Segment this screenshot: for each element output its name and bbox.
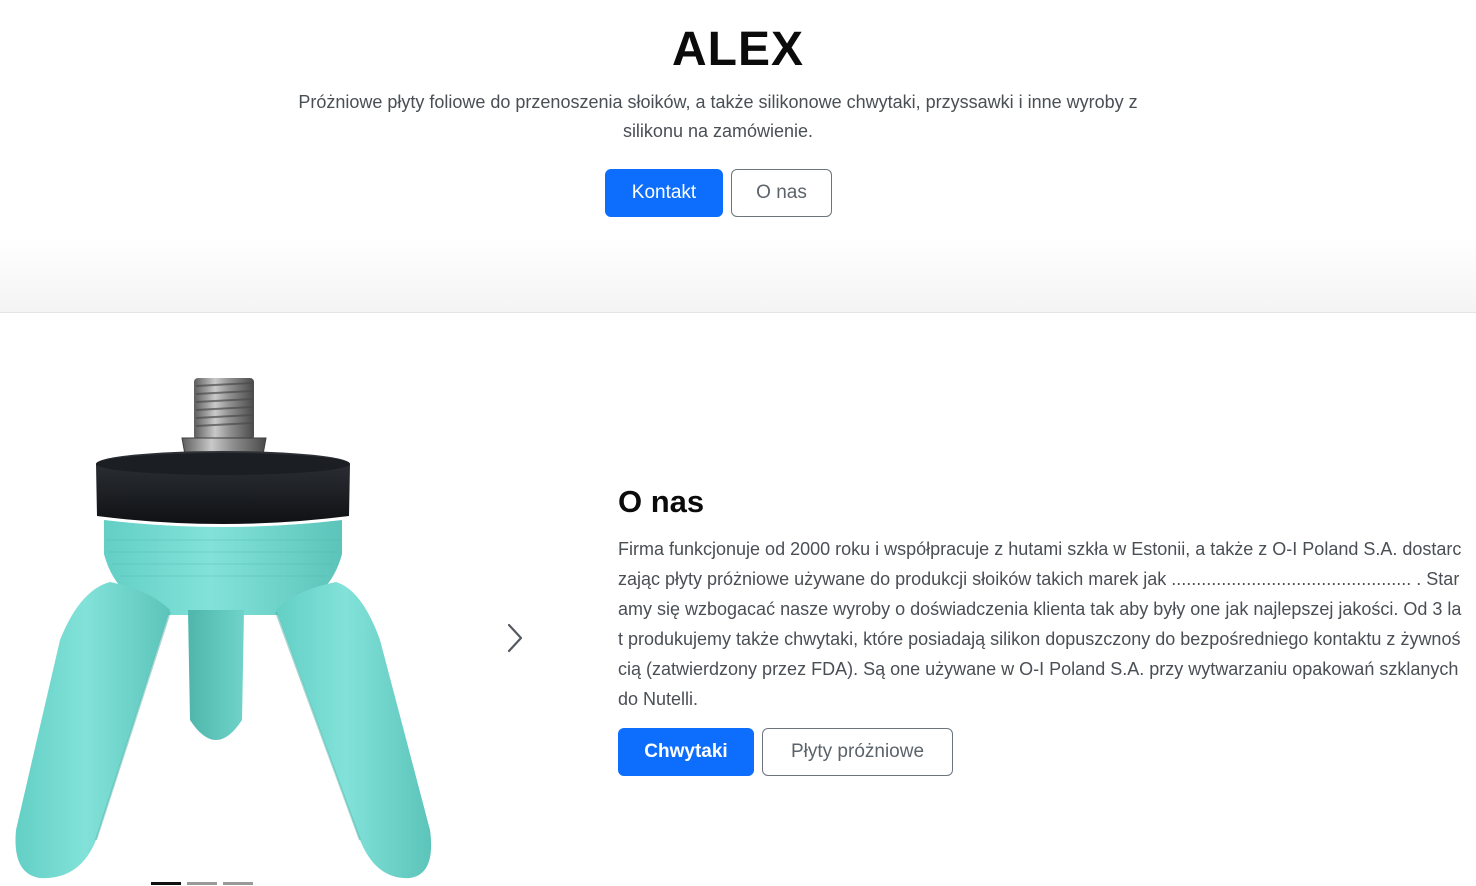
silicone-gripper-photo xyxy=(15,378,432,879)
carousel-indicator-2[interactable] xyxy=(187,882,217,885)
carousel-indicators xyxy=(151,882,253,885)
hero-section: ALEX Próżniowe płyty foliowe do przenosz… xyxy=(0,0,1476,313)
about-heading: O nas xyxy=(618,484,705,519)
about-us-button[interactable]: O nas xyxy=(731,169,832,217)
site-title: ALEX xyxy=(671,23,804,76)
grippers-button[interactable]: Chwytaki xyxy=(618,728,754,776)
carousel-indicator-3[interactable] xyxy=(223,882,253,885)
chevron-right-icon xyxy=(507,623,523,653)
contact-button[interactable]: Kontakt xyxy=(605,169,723,217)
about-text: Firma funkcjonuje od 2000 roku i współpr… xyxy=(618,539,1462,709)
carousel-image xyxy=(0,340,520,886)
carousel-next-button[interactable] xyxy=(494,612,536,664)
carousel-indicator-1[interactable] xyxy=(151,882,181,885)
hero-lead-text: Próżniowe płyty foliowe do przenoszenia … xyxy=(298,92,1138,141)
vacuum-plates-button[interactable]: Płyty próżniowe xyxy=(762,728,953,776)
